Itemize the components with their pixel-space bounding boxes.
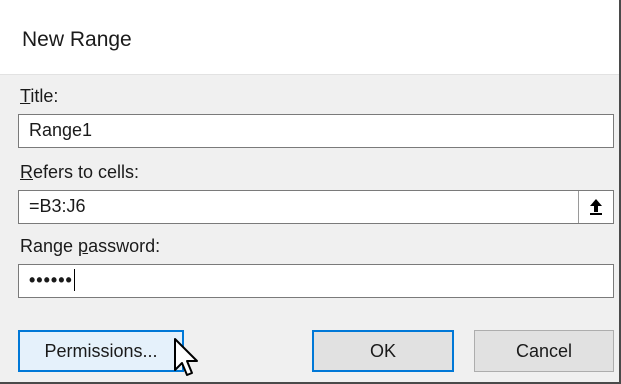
dialog-titlebar: New Range: [0, 0, 619, 75]
dialog-title: New Range: [22, 28, 132, 51]
collapse-dialog-button[interactable]: [578, 191, 613, 223]
title-field[interactable]: Range1: [18, 114, 614, 148]
cancel-button[interactable]: Cancel: [474, 330, 614, 372]
permissions-button[interactable]: Permissions...: [18, 330, 184, 372]
title-label: Title:: [20, 86, 59, 106]
ok-button[interactable]: OK: [312, 330, 454, 372]
mouse-pointer-icon: [174, 338, 198, 376]
cancel-label: Cancel: [515, 340, 573, 361]
password-field[interactable]: ••••••: [18, 264, 614, 298]
refers-label: Refers to cells:: [20, 162, 140, 182]
ok-label: OK: [369, 340, 396, 361]
title-value: Range1: [29, 120, 93, 140]
permissions-label: Permissions...: [44, 340, 158, 361]
refers-value: =B3:J6: [29, 196, 86, 216]
refers-to-field[interactable]: =B3:J6: [18, 190, 614, 224]
password-label: Range password:: [20, 236, 161, 256]
text-caret: [73, 269, 75, 291]
up-arrow-icon: [590, 199, 602, 215]
new-range-dialog: New Range Title: Range1 Refers to cells:…: [0, 0, 621, 384]
password-value: ••••••: [29, 270, 73, 290]
